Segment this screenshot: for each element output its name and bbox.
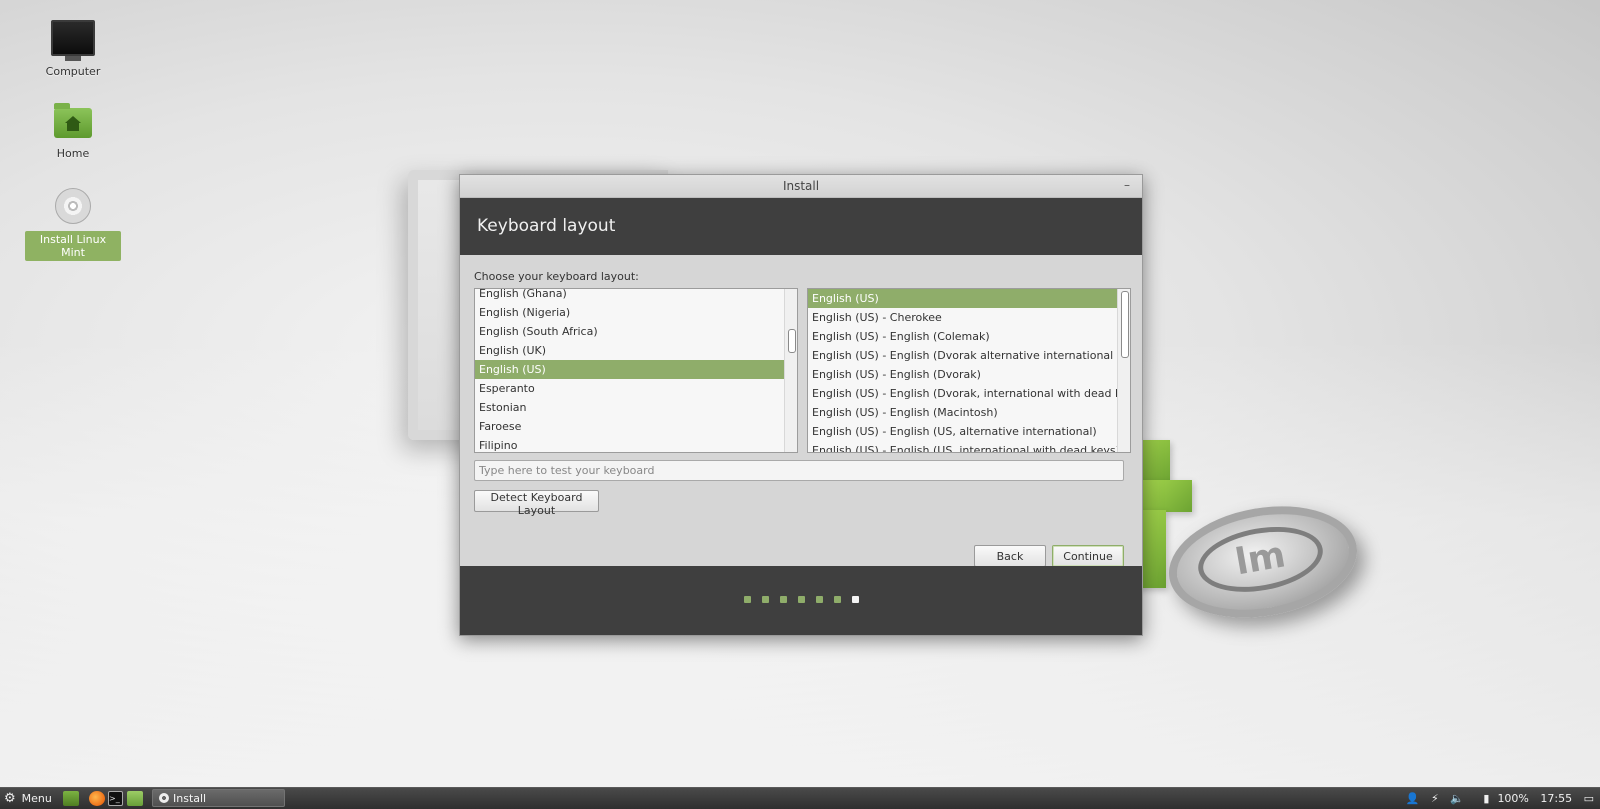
battery-indicator[interactable]: ▮ 100% xyxy=(1475,792,1529,805)
files-icon[interactable] xyxy=(127,791,143,806)
progress-step-dot xyxy=(780,596,787,603)
user-icon[interactable]: 👤 xyxy=(1406,792,1420,805)
list-item[interactable]: Filipino xyxy=(475,436,785,452)
desktop-icon-computer[interactable]: Computer xyxy=(25,20,121,80)
computer-icon xyxy=(51,20,95,61)
minimize-button[interactable]: – xyxy=(1120,175,1134,195)
clock[interactable]: 17:55 xyxy=(1540,792,1572,805)
installer-window: Install – Keyboard layout Choose your ke… xyxy=(459,174,1143,636)
desktop-icon-install-linux-mint[interactable]: Install Linux Mint xyxy=(25,186,121,261)
list-item[interactable]: English (US) - English (Dvorak alternati… xyxy=(808,346,1118,365)
progress-footer xyxy=(460,566,1142,635)
list-item[interactable]: English (Ghana) xyxy=(475,289,785,303)
progress-step-dot xyxy=(834,596,841,603)
choose-layout-label: Choose your keyboard layout: xyxy=(474,270,639,283)
keyboard-test-input[interactable] xyxy=(474,460,1124,481)
list-item[interactable]: English (US) - English (US, alternative … xyxy=(808,422,1118,441)
progress-step-dot xyxy=(762,596,769,603)
variant-list[interactable]: English (US) English (US) - Cherokee Engli… xyxy=(807,288,1131,453)
gear-icon: ⚙ xyxy=(4,791,16,806)
desktop-icon-home[interactable]: Home xyxy=(25,102,121,162)
detect-keyboard-layout-button[interactable]: Detect Keyboard Layout xyxy=(474,490,599,517)
variant-list-scrollbar[interactable] xyxy=(1117,289,1130,452)
list-item[interactable]: English (South Africa) xyxy=(475,322,785,341)
system-tray: 👤 ⚡ 🔈 ▮ 100% 17:55 ▭ xyxy=(1398,788,1594,809)
home-folder-icon xyxy=(54,103,92,138)
layout-list-scrollbar[interactable] xyxy=(784,289,797,452)
list-item[interactable]: English (Nigeria) xyxy=(475,303,785,322)
taskbar: ⚙ Menu >_ Install 👤 ⚡ 🔈 ▮ 100% 17:55 ▭ xyxy=(0,787,1600,809)
desktop-icon-label: Home xyxy=(56,147,90,160)
battery-icon: ▮ xyxy=(1483,792,1490,805)
desktop-icon-label: Computer xyxy=(45,65,101,78)
list-item[interactable]: Faroese xyxy=(475,417,785,436)
taskbar-task-label: Install xyxy=(173,792,207,805)
list-item[interactable]: English (US) - English (Colemak) xyxy=(808,327,1118,346)
progress-indicator xyxy=(744,596,870,604)
house-icon xyxy=(65,116,81,123)
terminal-icon[interactable]: >_ xyxy=(108,791,123,806)
notifications-icon[interactable]: ▭ xyxy=(1584,792,1594,805)
layout-list-items: English (Ghana) English (Nigeria) English … xyxy=(475,289,785,452)
volume-icon[interactable]: 🔈 xyxy=(1450,792,1464,805)
list-item[interactable]: English (US) - English (Dvorak, internat… xyxy=(808,384,1118,403)
back-button[interactable]: Back xyxy=(974,545,1046,567)
list-item[interactable]: Esperanto xyxy=(475,379,785,398)
disc-icon xyxy=(55,188,91,224)
wallpaper-green-block xyxy=(1140,480,1192,512)
show-desktop-icon[interactable] xyxy=(63,791,79,806)
progress-step-dot xyxy=(816,596,823,603)
variant-list-items: English (US) English (US) - Cherokee Engli… xyxy=(808,289,1118,452)
window-content: Choose your keyboard layout: English (Gh… xyxy=(460,255,1142,567)
page-title: Keyboard layout xyxy=(460,198,1142,255)
menu-button[interactable]: ⚙ Menu xyxy=(4,788,52,809)
menu-label: Menu xyxy=(21,792,52,805)
window-title: Install xyxy=(782,179,820,193)
layout-list[interactable]: English (Ghana) English (Nigeria) English … xyxy=(474,288,798,453)
list-item[interactable]: English (US) - English (US, internationa… xyxy=(808,441,1118,452)
disc-icon xyxy=(159,793,169,803)
scrollbar-thumb[interactable] xyxy=(788,329,796,353)
list-item[interactable]: English (US) xyxy=(475,360,785,379)
list-item[interactable]: English (US) - English (Dvorak) xyxy=(808,365,1118,384)
battery-percent: 100% xyxy=(1497,792,1529,805)
taskbar-window-install[interactable]: Install xyxy=(152,789,285,807)
list-item[interactable]: English (UK) xyxy=(475,341,785,360)
list-item[interactable]: English (US) - Cherokee xyxy=(808,308,1118,327)
list-item[interactable]: English (US) xyxy=(808,289,1118,308)
continue-button[interactable]: Continue xyxy=(1052,545,1124,567)
progress-step-dot xyxy=(798,596,805,603)
list-item[interactable]: Estonian xyxy=(475,398,785,417)
network-icon[interactable]: ⚡ xyxy=(1431,792,1439,805)
list-item[interactable]: English (US) - English (Macintosh) xyxy=(808,403,1118,422)
desktop-icon-label: Install Linux Mint xyxy=(25,231,121,261)
progress-step-dot xyxy=(852,596,859,603)
desktop: lm Computer Home Install Linux Mint Inst… xyxy=(0,0,1600,787)
wallpaper-mint-logo: lm xyxy=(1193,517,1328,601)
progress-step-dot xyxy=(744,596,751,603)
scrollbar-thumb[interactable] xyxy=(1121,291,1129,358)
firefox-icon[interactable] xyxy=(89,791,105,806)
window-titlebar[interactable]: Install – xyxy=(460,175,1142,198)
